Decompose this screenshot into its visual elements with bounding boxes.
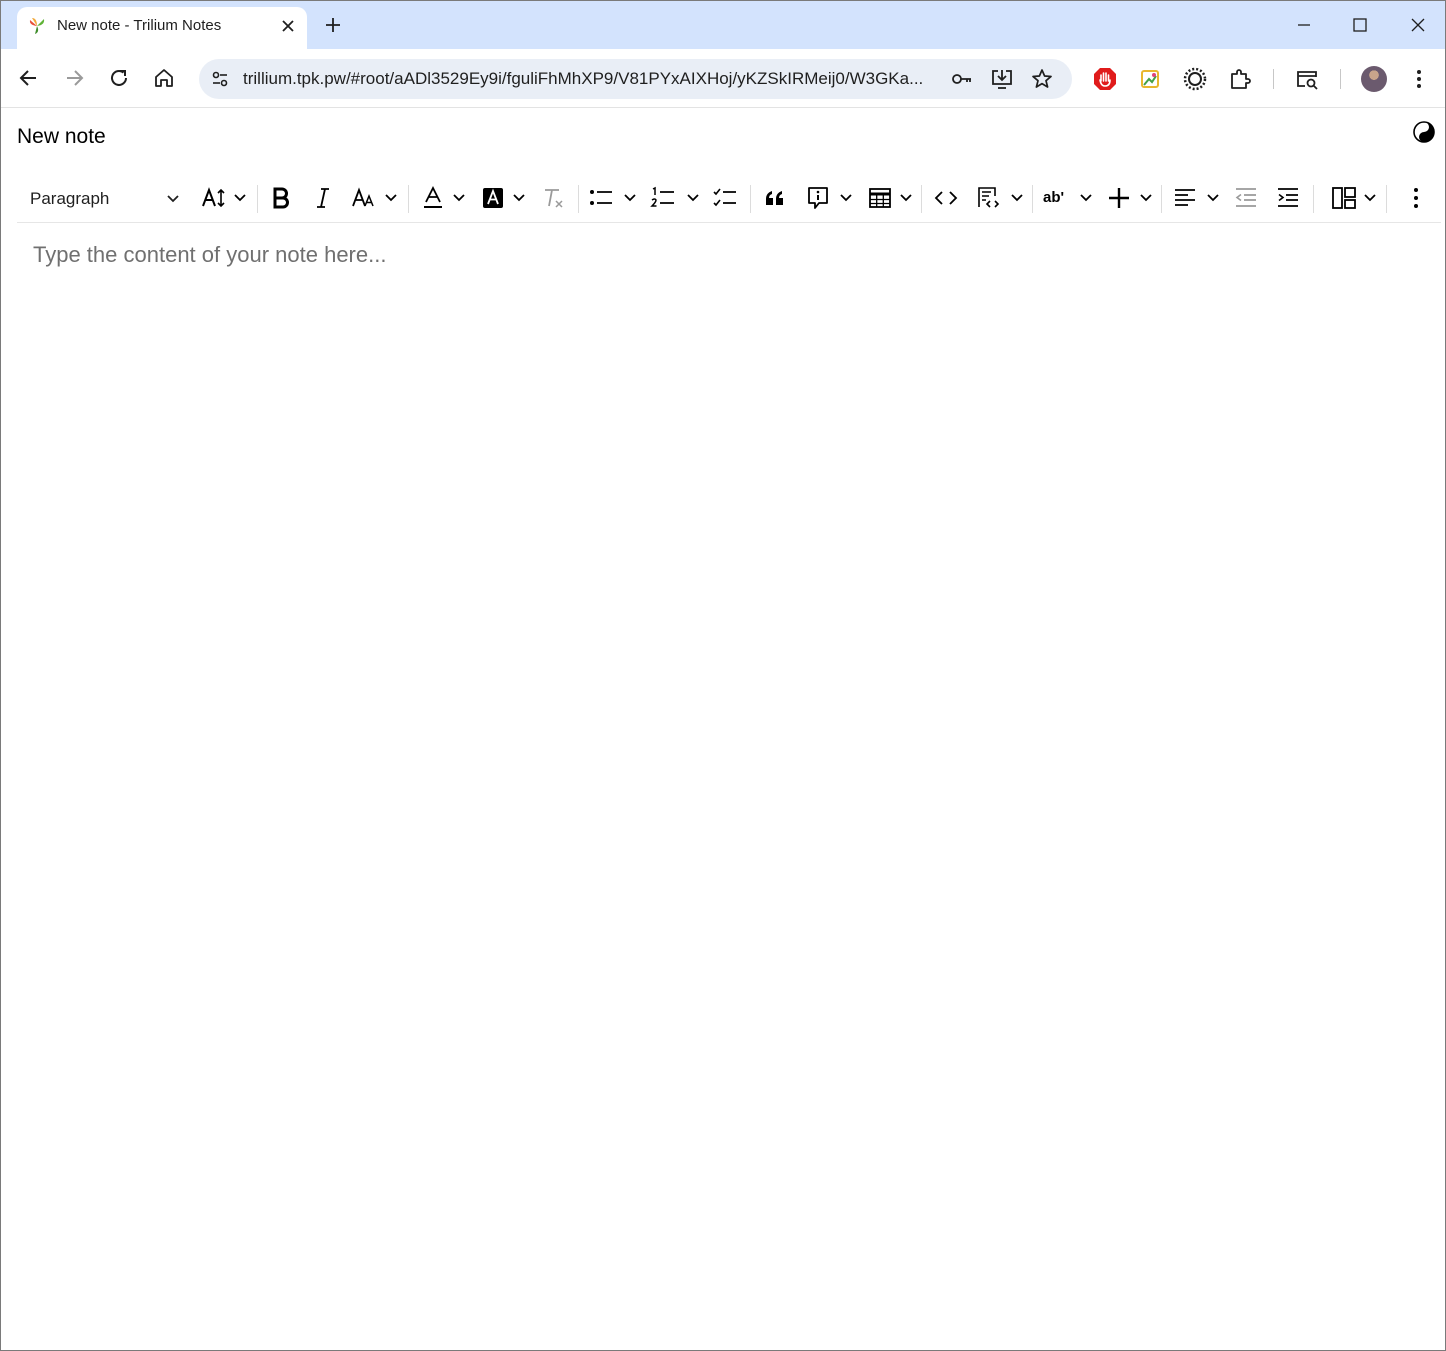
- chevron-down-icon[interactable]: [1139, 190, 1153, 204]
- chevron-down-icon[interactable]: [1206, 190, 1220, 204]
- toolbar-separator: [750, 185, 751, 213]
- forward-arrow-icon[interactable]: [61, 65, 87, 91]
- image-extension-icon[interactable]: [1137, 66, 1163, 92]
- chevron-down-icon[interactable]: [233, 190, 247, 204]
- outdent-icon[interactable]: [1233, 185, 1259, 211]
- browser-toolbar: trillium.tpk.pw/#root/aADl3529Ey9i/fguli…: [1, 49, 1445, 108]
- sun-extension-icon[interactable]: [1182, 66, 1208, 92]
- password-key-icon[interactable]: [950, 67, 974, 91]
- chevron-down-icon[interactable]: [899, 190, 913, 204]
- yin-yang-theme-icon[interactable]: [1413, 121, 1435, 143]
- code-block-icon[interactable]: [975, 185, 1001, 211]
- home-icon[interactable]: [151, 65, 177, 91]
- toolbar-separator: [1340, 69, 1341, 89]
- tab-strip: New note - Trilium Notes: [1, 1, 1445, 49]
- address-bar[interactable]: trillium.tpk.pw/#root/aADl3529Ey9i/fguli…: [199, 59, 1072, 99]
- chevron-down-icon[interactable]: [512, 190, 526, 204]
- chevron-down-icon[interactable]: [686, 190, 700, 204]
- insert-plus-icon[interactable]: [1106, 185, 1132, 211]
- code-icon[interactable]: [933, 185, 959, 211]
- bulleted-list-icon[interactable]: [588, 185, 614, 211]
- toolbar-separator: [578, 185, 579, 213]
- font-size-icon[interactable]: [201, 185, 227, 211]
- layout-icon[interactable]: [1331, 185, 1357, 211]
- indent-icon[interactable]: [1275, 185, 1301, 211]
- todo-list-icon[interactable]: [712, 185, 738, 211]
- chevron-down-icon[interactable]: [1079, 190, 1093, 204]
- toolbar-separator: [1386, 185, 1387, 213]
- new-tab-icon[interactable]: [321, 13, 345, 37]
- heading-select-label: Paragraph: [30, 189, 110, 208]
- extensions-puzzle-icon[interactable]: [1227, 66, 1253, 92]
- heading-select[interactable]: Paragraph: [17, 181, 187, 215]
- close-icon[interactable]: [277, 15, 299, 37]
- italic-icon[interactable]: [310, 185, 336, 211]
- special-characters-icon[interactable]: ab': [1043, 185, 1069, 211]
- block-quote-icon[interactable]: [762, 185, 788, 211]
- background-color-icon[interactable]: [480, 185, 506, 211]
- chevron-down-icon[interactable]: [452, 190, 466, 204]
- remove-format-icon[interactable]: [541, 185, 567, 211]
- toolbar-separator: [1313, 185, 1314, 213]
- more-options-icon[interactable]: [1403, 185, 1429, 211]
- maximize-icon[interactable]: [1346, 11, 1374, 39]
- url-text[interactable]: trillium.tpk.pw/#root/aADl3529Ey9i/fguli…: [243, 69, 943, 89]
- chevron-down-icon[interactable]: [1363, 190, 1377, 204]
- toolbar-separator: [1273, 69, 1274, 89]
- text-case-icon[interactable]: [352, 185, 378, 211]
- minimize-icon[interactable]: [1290, 11, 1318, 39]
- note-title[interactable]: New note: [17, 125, 106, 149]
- search-tabs-icon[interactable]: [1294, 66, 1320, 92]
- toolbar-separator: [1032, 185, 1033, 213]
- browser-window: New note - Trilium Notes trillium.tpk.pw…: [0, 0, 1446, 1351]
- back-arrow-icon[interactable]: [16, 65, 42, 91]
- profile-avatar[interactable]: [1361, 66, 1387, 92]
- admonition-icon[interactable]: [805, 185, 831, 211]
- chevron-down-icon: [165, 190, 181, 206]
- bookmark-star-icon[interactable]: [1030, 67, 1054, 91]
- reload-icon[interactable]: [106, 65, 132, 91]
- site-info-icon[interactable]: [207, 66, 233, 92]
- editor-toolbar: Paragraph ab': [17, 173, 1441, 223]
- browser-menu-icon[interactable]: [1406, 66, 1432, 92]
- chevron-down-icon[interactable]: [384, 190, 398, 204]
- font-color-icon[interactable]: [420, 185, 446, 211]
- chevron-down-icon[interactable]: [839, 190, 853, 204]
- toolbar-separator: [921, 185, 922, 213]
- toolbar-separator: [257, 185, 258, 213]
- toolbar-separator: [408, 185, 409, 213]
- adblock-extension-icon[interactable]: [1092, 66, 1118, 92]
- chevron-down-icon[interactable]: [623, 190, 637, 204]
- editor-placeholder: Type the content of your note here...: [33, 242, 387, 267]
- tab-trilium[interactable]: New note - Trilium Notes: [17, 7, 307, 49]
- trilium-logo-icon: [27, 16, 47, 36]
- align-left-icon[interactable]: [1172, 185, 1198, 211]
- numbered-list-icon[interactable]: [650, 185, 676, 211]
- window-close-icon[interactable]: [1404, 11, 1432, 39]
- bold-icon[interactable]: [268, 185, 294, 211]
- tab-title: New note - Trilium Notes: [57, 17, 222, 34]
- chevron-down-icon[interactable]: [1010, 190, 1024, 204]
- note-editor[interactable]: Type the content of your note here...: [17, 225, 1441, 1345]
- table-icon[interactable]: [867, 185, 893, 211]
- install-app-icon[interactable]: [990, 67, 1014, 91]
- toolbar-separator: [1161, 185, 1162, 213]
